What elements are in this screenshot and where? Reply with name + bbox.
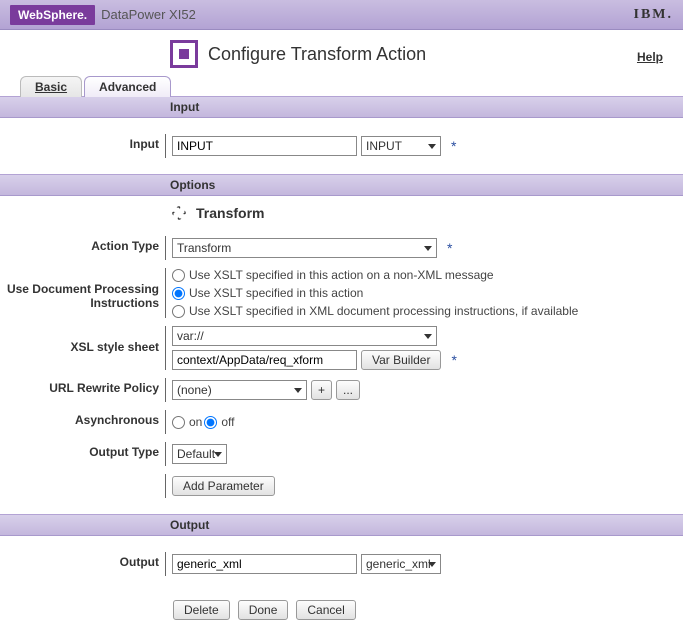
action-type-select[interactable]: Transform [172, 238, 437, 258]
output-type-select[interactable]: Default [172, 444, 227, 464]
xsl-scheme-select[interactable]: var:// [172, 326, 437, 346]
url-rewrite-label: URL Rewrite Policy [0, 378, 165, 395]
page-title: Configure Transform Action [208, 44, 426, 65]
dpi-option-docpi-label: Use XSLT specified in XML document proce… [189, 304, 578, 318]
url-rewrite-browse-button[interactable]: ... [336, 380, 360, 400]
xsl-path-field[interactable] [172, 350, 357, 370]
async-radio-on[interactable] [172, 416, 185, 429]
title-row: Configure Transform Action Help [0, 30, 683, 72]
dpi-option-nonxml[interactable]: Use XSLT specified in this action on a n… [172, 268, 578, 282]
dpi-option-docpi[interactable]: Use XSLT specified in XML document proce… [172, 304, 578, 318]
required-marker: * [447, 240, 452, 256]
dpi-radio-nonxml[interactable] [172, 269, 185, 282]
action-type-label: Action Type [0, 236, 165, 253]
section-header-input: Input [0, 96, 683, 118]
transform-action-icon [170, 40, 198, 68]
tab-bar: Basic Advanced [0, 72, 683, 96]
dpi-option-action[interactable]: Use XSLT specified in this action [172, 286, 578, 300]
tab-advanced[interactable]: Advanced [84, 76, 171, 97]
help-link[interactable]: Help [637, 50, 663, 64]
input-text-field[interactable] [172, 136, 357, 156]
xsl-label: XSL style sheet [0, 326, 165, 354]
cancel-button[interactable]: Cancel [296, 600, 355, 620]
brand-group: WebSphere. DataPower XI52 [10, 5, 196, 25]
input-select[interactable]: INPUT [361, 136, 441, 156]
transform-title: Transform [196, 205, 264, 221]
required-marker: * [451, 138, 456, 154]
tab-basic[interactable]: Basic [20, 76, 82, 97]
output-select[interactable]: generic_xml [361, 554, 441, 574]
required-marker: * [451, 352, 456, 368]
url-rewrite-add-button[interactable]: + [311, 380, 332, 400]
swirl-icon [170, 204, 188, 222]
footer-buttons: Delete Done Cancel [0, 592, 683, 640]
product-name: DataPower XI52 [101, 7, 196, 22]
output-type-label: Output Type [0, 442, 165, 459]
async-radio-off[interactable] [204, 416, 217, 429]
var-builder-button[interactable]: Var Builder [361, 350, 441, 370]
add-parameter-button[interactable]: Add Parameter [172, 476, 275, 496]
input-label: Input [0, 134, 165, 151]
async-off[interactable]: off [204, 415, 234, 429]
dpi-radio-docpi[interactable] [172, 305, 185, 318]
section-header-options: Options [0, 174, 683, 196]
section-header-output: Output [0, 514, 683, 536]
async-off-label: off [221, 415, 234, 429]
url-rewrite-select[interactable]: (none) [172, 380, 307, 400]
spacer [0, 474, 165, 477]
delete-button[interactable]: Delete [173, 600, 230, 620]
async-on-label: on [189, 415, 202, 429]
ibm-logo: IBM. [634, 7, 674, 23]
top-bar: WebSphere. DataPower XI52 IBM. [0, 0, 683, 30]
dpi-radio-action[interactable] [172, 287, 185, 300]
output-label: Output [0, 552, 165, 569]
dpi-option-action-label: Use XSLT specified in this action [189, 286, 363, 300]
output-text-field[interactable] [172, 554, 357, 574]
dpi-label: Use Document Processing Instructions [0, 268, 165, 310]
done-button[interactable]: Done [238, 600, 289, 620]
async-label: Asynchronous [0, 410, 165, 427]
async-on[interactable]: on [172, 415, 202, 429]
websphere-badge: WebSphere. [10, 5, 95, 25]
dpi-option-nonxml-label: Use XSLT specified in this action on a n… [189, 268, 494, 282]
transform-heading: Transform [0, 196, 683, 228]
